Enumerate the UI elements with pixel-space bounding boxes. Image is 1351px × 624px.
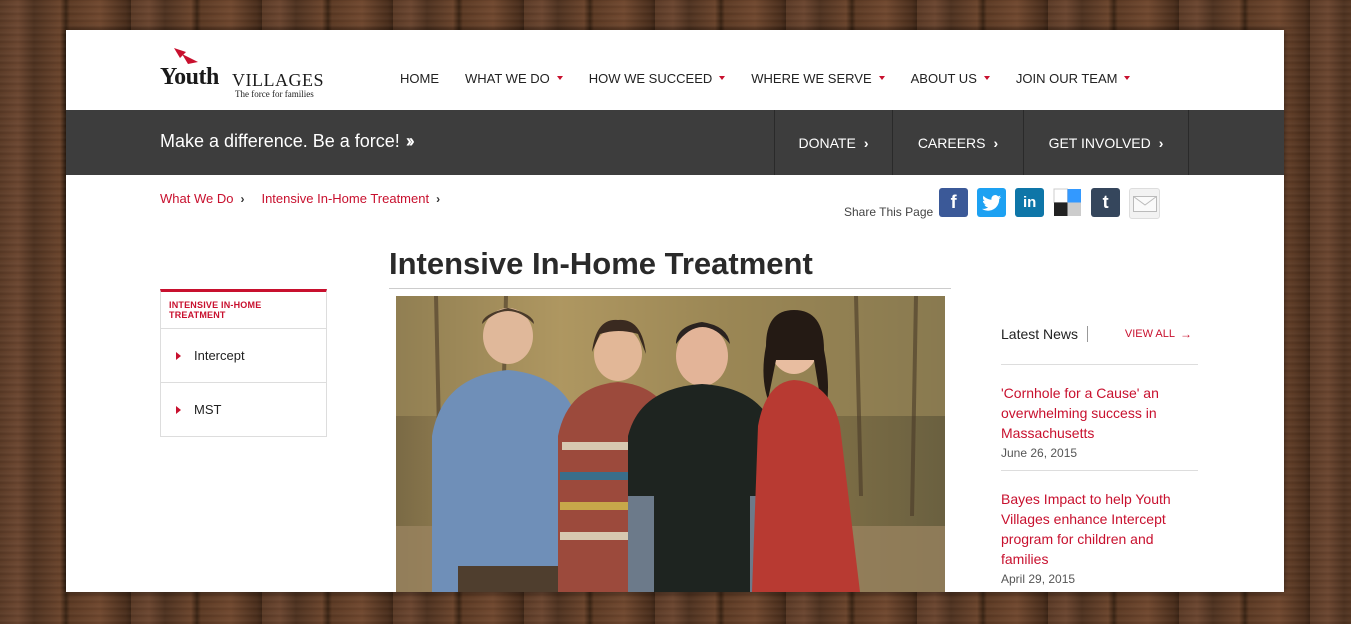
subnav-item-label: Intercept	[194, 348, 245, 363]
double-chevron-right-icon: ››	[405, 131, 415, 151]
bird-logo-icon	[174, 48, 198, 64]
subnav-item-intercept[interactable]: Intercept	[161, 329, 326, 383]
caret-down-icon	[1124, 75, 1131, 80]
caret-down-icon	[878, 75, 885, 80]
triangle-right-icon	[176, 405, 181, 414]
nav-about-us-label: ABOUT US	[910, 71, 977, 86]
news-item-link[interactable]: Bayes Impact to help Youth Villages enha…	[1001, 489, 1198, 569]
logo-tagline: The force for families	[235, 89, 314, 99]
nav-how-we-succeed[interactable]: HOW WE SUCCEED	[589, 71, 726, 86]
careers-button[interactable]: CAREERS ›	[892, 110, 1023, 175]
band-links: DONATE › CAREERS › GET INVOLVED ›	[774, 110, 1189, 175]
nav-what-we-do[interactable]: WHAT WE DO	[465, 71, 563, 86]
tumblr-icon[interactable]: t	[1091, 188, 1121, 217]
action-band: Make a difference. Be a force! ›› DONATE…	[66, 110, 1284, 175]
slogan-link[interactable]: Make a difference. Be a force! ››	[160, 131, 415, 152]
triangle-right-icon	[176, 351, 181, 360]
title-divider	[389, 288, 951, 289]
news-item: 'Cornhole for a Cause' an overwhelming s…	[1001, 365, 1198, 471]
caret-down-icon	[983, 75, 990, 80]
youth-villages-logo[interactable]: Youth VILLAGES The force for families	[160, 46, 340, 102]
family-photo	[396, 296, 945, 592]
subnav-item-label: MST	[194, 402, 222, 417]
donate-button[interactable]: DONATE ›	[774, 110, 892, 175]
nav-join-our-team[interactable]: JOIN OUR TEAM	[1016, 71, 1131, 86]
chevron-right-icon: ›	[993, 134, 999, 151]
subnav-item-mst[interactable]: MST	[161, 383, 326, 436]
browser-page: Youth VILLAGES The force for families HO…	[66, 30, 1284, 592]
linkedin-icon[interactable]: in	[1015, 188, 1045, 217]
logo-word-youth: Youth	[160, 64, 219, 90]
nav-how-we-succeed-label: HOW WE SUCCEED	[588, 71, 713, 86]
slogan-text: Make a difference. Be a force!	[160, 131, 400, 151]
main-nav: HOME WHAT WE DO HOW WE SUCCEED WHERE WE …	[400, 71, 1156, 86]
delicious-icon[interactable]	[1053, 188, 1083, 217]
donate-label: DONATE	[798, 134, 856, 151]
nav-where-we-serve-label: WHERE WE SERVE	[751, 71, 872, 86]
nav-join-our-team-label: JOIN OUR TEAM	[1015, 71, 1118, 86]
get-involved-label: GET INVOLVED	[1048, 134, 1151, 151]
nav-about-us[interactable]: ABOUT US	[911, 71, 990, 86]
nav-where-we-serve[interactable]: WHERE WE SERVE	[751, 71, 885, 86]
chevron-right-icon: ›	[436, 191, 441, 206]
band-divider	[1188, 110, 1189, 175]
news-title: Latest News	[1001, 326, 1089, 342]
arrow-right-icon: →	[1180, 327, 1192, 341]
news-item-date: June 26, 2015	[1001, 446, 1078, 460]
careers-label: CAREERS	[917, 134, 986, 151]
share-label: Share This Page	[844, 205, 934, 219]
caret-down-icon	[556, 75, 563, 80]
nav-home-label: HOME	[400, 71, 439, 86]
chevron-right-icon: ›	[1158, 134, 1164, 151]
latest-news: Latest News VIEW ALL → 'Cornhole for a C…	[1001, 324, 1198, 592]
chevron-right-icon: ›	[240, 191, 245, 206]
email-icon[interactable]	[1129, 188, 1161, 219]
nav-what-we-do-label: WHAT WE DO	[465, 71, 550, 86]
breadcrumb: What We Do › Intensive In-Home Treatment…	[160, 191, 457, 206]
news-item-date: April 29, 2015	[1001, 572, 1076, 586]
breadcrumb-intensive-in-home[interactable]: Intensive In-Home Treatment	[261, 191, 429, 206]
news-item: Bayes Impact to help Youth Villages enha…	[1001, 471, 1198, 592]
share-bar: Share This Page f in t	[844, 188, 1169, 219]
facebook-icon[interactable]: f	[939, 188, 969, 217]
section-subnav: INTENSIVE IN-HOME TREATMENT Intercept MS…	[160, 289, 327, 437]
view-all-label: VIEW ALL	[1124, 328, 1175, 340]
site-header: Youth VILLAGES The force for families HO…	[66, 30, 1284, 110]
page-title: Intensive In-Home Treatment	[389, 246, 813, 281]
news-item-link[interactable]: 'Cornhole for a Cause' an overwhelming s…	[1001, 383, 1198, 443]
nav-home[interactable]: HOME	[400, 71, 439, 86]
logo-word-villages: VILLAGES	[232, 70, 324, 90]
get-involved-button[interactable]: GET INVOLVED ›	[1023, 110, 1188, 175]
chevron-right-icon: ›	[863, 134, 869, 151]
caret-down-icon	[719, 75, 726, 80]
view-all-link[interactable]: VIEW ALL →	[1125, 327, 1192, 341]
twitter-icon[interactable]	[977, 188, 1007, 217]
breadcrumb-what-we-do[interactable]: What We Do	[160, 191, 233, 206]
news-header: Latest News VIEW ALL →	[1001, 324, 1198, 344]
subnav-title: INTENSIVE IN-HOME TREATMENT	[161, 292, 326, 329]
